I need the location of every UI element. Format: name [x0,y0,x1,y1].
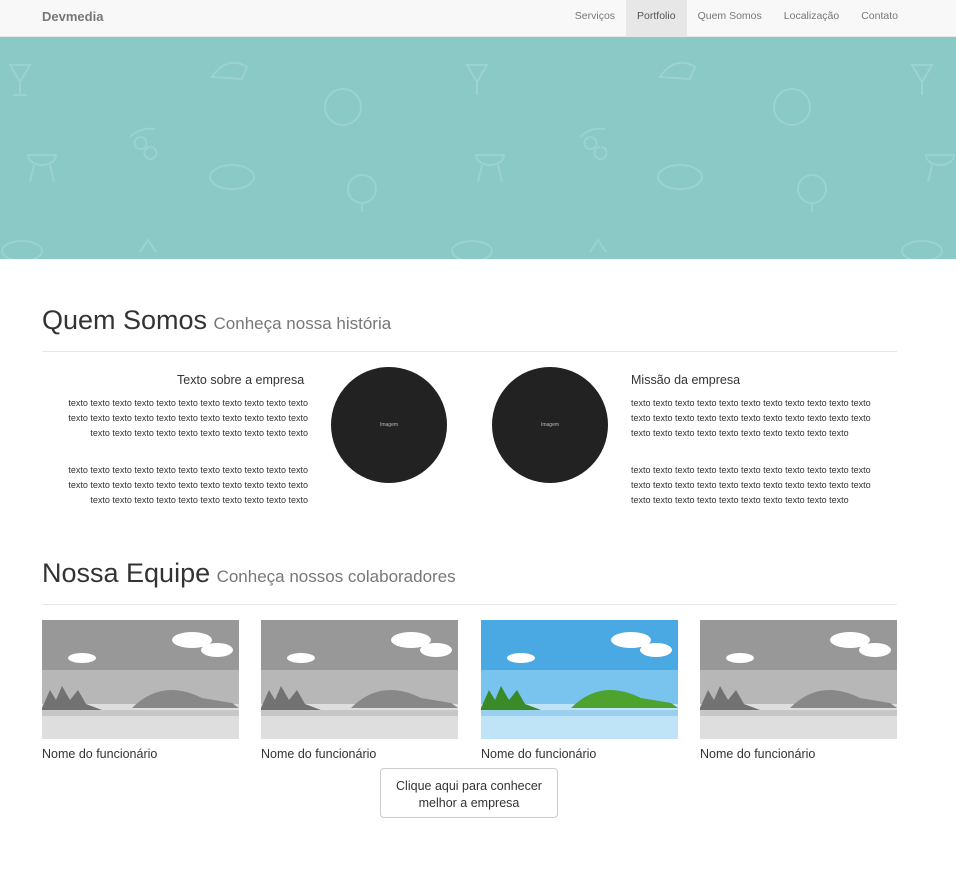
team-member-card[interactable]: Nome do funcionário [261,620,458,761]
team-member-card[interactable]: Nome do funcionário [481,620,678,761]
team-title: Nossa Equipe [42,558,211,588]
team-member-name: Nome do funcionário [42,747,158,761]
team-member-card[interactable]: Nome do funcionário [700,620,897,761]
nav-item-quem-somos[interactable]: Quem Somos [687,0,773,36]
team-member-name: Nome do funcionário [700,747,816,761]
about-header: Quem Somos Conheça nossa história [42,305,897,352]
about-company-button[interactable]: Clique aqui para conhecer melhor a empre… [380,768,558,818]
about-right-image: Imagem [492,367,608,483]
team-member-name: Nome do funcionário [481,747,597,761]
team-header: Nossa Equipe Conheça nossos colaboradore… [42,558,897,605]
brand-logo[interactable]: Devmedia [42,9,103,24]
nav-item-localizacao[interactable]: Localização [773,0,850,36]
nav-item-portfolio[interactable]: Portfolio [626,0,687,36]
navbar: Devmedia Serviços Portfolio Quem Somos L… [0,0,956,37]
nav-menu: Serviços Portfolio Quem Somos Localizaçã… [564,0,909,36]
about-right-paragraph-2: texto texto texto texto texto texto text… [631,465,871,505]
about-left-title: Texto sobre a empresa [177,373,305,387]
team-member-photo [481,620,678,739]
about-left-image-label: Imagem [379,422,399,428]
about-right-title: Missão da empresa [631,373,741,387]
about-subtitle: Conheça nossa história [213,314,392,333]
hero-banner [0,37,956,259]
about-left-paragraph-2: texto texto texto texto texto texto text… [68,465,308,505]
team-member-photo [42,620,239,739]
nav-item-servicos[interactable]: Serviços [564,0,626,36]
about-company-button-line-1: Clique aqui para conhecer [396,779,542,793]
team-member-card[interactable]: Nome do funcionário [42,620,239,761]
about-title: Quem Somos [42,305,208,335]
about-left-paragraph-1: texto texto texto texto texto texto text… [68,398,308,438]
team-member-photo [261,620,458,739]
about-left-image: Imagem [331,367,447,483]
hero-pattern [1,61,956,259]
team-member-name: Nome do funcionário [261,747,377,761]
about-right-image-label: Imagem [540,422,560,428]
nav-item-contato[interactable]: Contato [850,0,909,36]
about-right-paragraph-1: texto texto texto texto texto texto text… [631,398,871,438]
team-subtitle: Conheça nossos colaboradores [216,567,456,586]
about-company-button-line-2: melhor a empresa [418,796,520,810]
team-member-photo [700,620,897,739]
